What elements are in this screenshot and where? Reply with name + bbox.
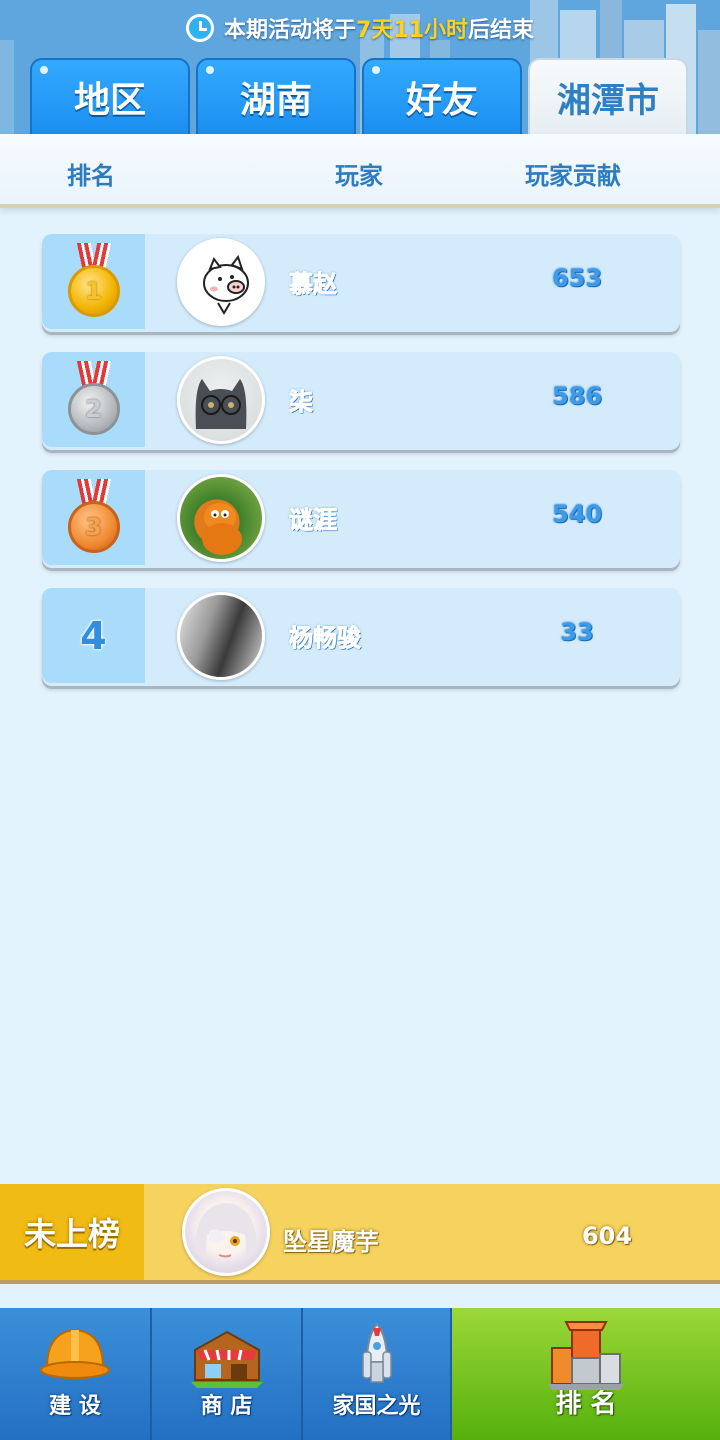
leaderboard-row[interactable]: 3 谜涯 540 xyxy=(42,470,680,568)
my-rank-row[interactable]: 未上榜 坠星魔芋 604 xyxy=(0,1184,720,1284)
player-score: 540 xyxy=(551,500,603,528)
tab-region[interactable]: 地区 xyxy=(30,58,190,134)
player-name: 谜涯 xyxy=(289,506,338,535)
silver-medal-icon: 2 xyxy=(64,360,124,439)
player-name: 杨畅骏 xyxy=(289,624,362,653)
event-countdown: 本期活动将于7天11小时后结束 xyxy=(0,10,720,46)
rocket-icon xyxy=(361,1322,392,1383)
portrait-avatar[interactable] xyxy=(177,592,265,680)
nav-national-glory-label: 家国之光 xyxy=(332,1394,421,1419)
nav-ranking[interactable]: 排 名 xyxy=(452,1308,720,1440)
leaderboard-header: 排名 玩家 玩家贡献 xyxy=(0,134,720,208)
nav-shop-label: 商 店 xyxy=(200,1394,253,1419)
garfield-avatar[interactable] xyxy=(177,474,265,562)
tab-city[interactable]: 湘潭市 xyxy=(528,58,688,134)
rank-cell: 1 xyxy=(42,234,145,329)
rank-cell: 2 xyxy=(42,352,145,447)
countdown-text-after: 后结束 xyxy=(467,18,534,43)
pig-avatar[interactable] xyxy=(177,238,265,326)
column-player: 玩家 xyxy=(335,162,383,190)
nav-build-label: 建 设 xyxy=(49,1394,101,1419)
tab-friends[interactable]: 好友 xyxy=(362,58,522,134)
top-banner: 本期活动将于7天11小时后结束 地区 湖南 好友 湘潭市 xyxy=(0,0,720,134)
my-player-score: 604 xyxy=(581,1222,633,1250)
column-contribution: 玩家贡献 xyxy=(525,162,621,190)
leaderboard-row[interactable]: 1 慕赵 653 xyxy=(42,234,680,332)
nav-build[interactable]: 建 设 xyxy=(0,1308,152,1440)
player-score: 653 xyxy=(551,264,603,292)
hard-hat-icon xyxy=(40,1328,110,1379)
countdown-text-before: 本期活动将于 xyxy=(224,18,357,43)
nav-national-glory[interactable]: 家国之光 xyxy=(303,1308,452,1440)
leaderboard-row[interactable]: 4 杨畅骏 33 xyxy=(42,588,680,686)
rank-number: 4 xyxy=(80,613,107,658)
not-ranked-tag: 未上榜 xyxy=(0,1184,144,1280)
podium-icon xyxy=(548,1321,624,1390)
gold-medal-icon: 1 xyxy=(64,242,124,321)
rank-cell: 4 xyxy=(42,588,145,683)
tab-province[interactable]: 湖南 xyxy=(196,58,356,134)
my-player-name: 坠星魔芋 xyxy=(283,1228,379,1256)
nav-shop[interactable]: 商 店 xyxy=(152,1308,303,1440)
rank-cell: 3 xyxy=(42,470,145,565)
leaderboard-row[interactable]: 2 柒 586 xyxy=(42,352,680,450)
player-score: 33 xyxy=(560,618,594,646)
clock-icon xyxy=(186,14,215,42)
column-rank: 排名 xyxy=(67,162,115,190)
player-name: 慕赵 xyxy=(289,270,338,299)
bottom-navigation: 建 设 商 店 家国之光 排 名 xyxy=(0,1308,720,1440)
player-name: 柒 xyxy=(289,388,314,417)
scope-tabs: 地区 湖南 好友 湘潭市 xyxy=(30,58,692,134)
shop-icon xyxy=(190,1330,263,1388)
countdown-time-left: 7天11小时 xyxy=(356,18,468,43)
leaderboard-list: 1 慕赵 653 2 柒 586 3 谜涯 540 4 杨畅骏 33 xyxy=(42,234,680,706)
cat-avatar[interactable] xyxy=(177,356,265,444)
anime-girl-avatar[interactable] xyxy=(182,1188,270,1276)
player-score: 586 xyxy=(551,382,603,410)
bronze-medal-icon: 3 xyxy=(64,478,124,557)
